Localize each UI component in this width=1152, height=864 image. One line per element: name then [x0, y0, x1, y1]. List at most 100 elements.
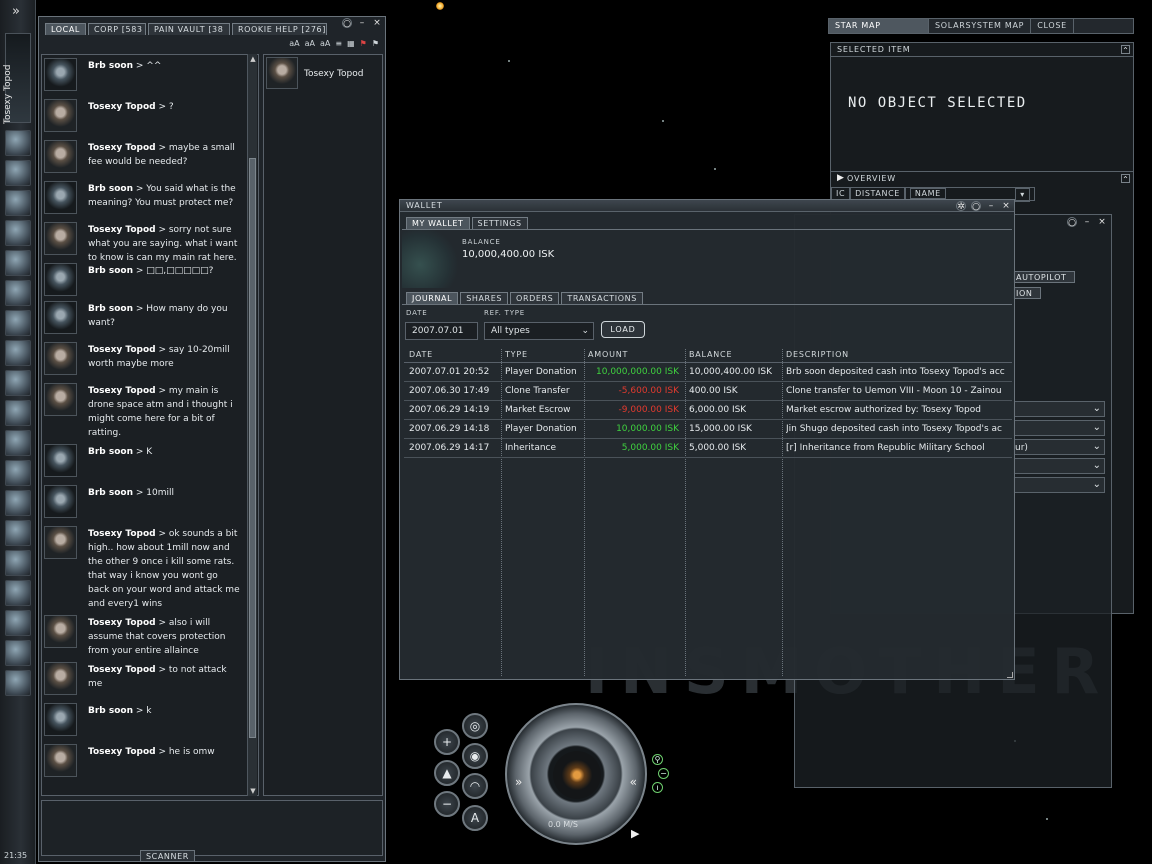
close-icon[interactable]: × [1001, 201, 1011, 211]
chat-sender[interactable]: Brb soon [88, 488, 133, 498]
tab-shares[interactable]: SHARES [460, 292, 509, 304]
avatar[interactable] [44, 703, 77, 736]
camera-button[interactable]: ◎ [462, 713, 488, 739]
font-smaller-button[interactable]: aA [289, 39, 299, 48]
chat-sender[interactable]: Tosexy Topod [88, 529, 156, 539]
tab-pain-vault[interactable]: PAIN VAULT [38 [147, 23, 230, 35]
close-map-button[interactable]: CLOSE [1031, 19, 1074, 33]
tab-transactions[interactable]: TRANSACTIONS [561, 292, 643, 304]
collapse-icon[interactable]: ⌃ [1121, 174, 1130, 184]
tab-local[interactable]: LOCAL [45, 23, 86, 35]
avatar[interactable] [44, 58, 77, 91]
chat-sender[interactable]: Brb soon [88, 304, 133, 314]
avatar[interactable] [44, 140, 77, 173]
chat-input-field[interactable] [41, 800, 383, 856]
assets-icon[interactable] [5, 400, 31, 426]
avatar[interactable] [44, 485, 77, 518]
column-balance[interactable]: BALANCE [689, 350, 732, 359]
support-icon[interactable] [5, 520, 31, 546]
speed-max-arrow-icon[interactable]: ▶ [631, 827, 639, 840]
chat-sender[interactable]: Tosexy Topod [88, 225, 156, 235]
chat-sender[interactable]: Tosexy Topod [88, 143, 156, 153]
journal-icon[interactable] [5, 580, 31, 606]
settings-row[interactable]: ⌄ [1013, 420, 1105, 436]
corporation-icon[interactable] [5, 370, 31, 396]
overview-header[interactable]: ▶ OVERVIEW ⌃ [831, 171, 1133, 185]
info-icon[interactable] [5, 640, 31, 666]
character-icon[interactable] [5, 670, 31, 696]
tracking-icon[interactable]: ⚲ [652, 754, 663, 765]
settings-row[interactable]: ⌄ [1013, 458, 1105, 474]
tab-journal[interactable]: JOURNAL [406, 292, 459, 304]
expand-triangle-icon[interactable]: ▶ [837, 173, 844, 183]
minimize-bar-icon[interactable]: – [986, 201, 996, 211]
minimize-icon[interactable]: ○ [971, 201, 981, 212]
expand-right-icon[interactable]: « [630, 775, 637, 789]
chat-sender[interactable]: Brb soon [88, 266, 133, 276]
ref-type-select[interactable]: All types ⌄ [484, 322, 594, 340]
tactical-overlay-button[interactable]: ▲ [434, 760, 460, 786]
stop-icon[interactable]: − [658, 768, 669, 779]
market-icon[interactable] [5, 250, 31, 276]
avatar[interactable] [44, 222, 77, 255]
browser-icon[interactable] [5, 550, 31, 576]
avatar[interactable] [44, 99, 77, 132]
close-icon[interactable]: × [372, 18, 382, 28]
chat-sender[interactable]: Brb soon [88, 447, 133, 457]
avatar[interactable] [44, 263, 77, 296]
chat-sender[interactable]: Brb soon [88, 706, 133, 716]
autopilot-tab[interactable]: AUTOPILOT [1013, 271, 1075, 283]
table-row[interactable]: 2007.07.01 20:52 Player Donation 10,000,00… [404, 364, 1012, 382]
info-icon[interactable]: ı [652, 782, 663, 793]
star-map-button[interactable]: STAR MAP [829, 19, 929, 33]
chat-scrollbar[interactable]: ▲ ▼ [247, 54, 257, 796]
list-view-icon[interactable]: ≡ [335, 39, 342, 48]
avatar[interactable] [44, 744, 77, 777]
chat-sender[interactable]: Tosexy Topod [88, 345, 156, 355]
pin-icon[interactable]: ✲ [956, 201, 966, 212]
date-field[interactable]: 2007.07.01 [405, 322, 478, 340]
chat-sender[interactable]: Tosexy Topod [88, 102, 156, 112]
zoom-out-button[interactable]: − [434, 791, 460, 817]
calculator-icon[interactable] [5, 460, 31, 486]
skills-icon[interactable] [5, 130, 31, 156]
avatar[interactable] [44, 181, 77, 214]
chat-sender[interactable]: Tosexy Topod [88, 747, 156, 757]
close-icon[interactable]: × [1097, 217, 1107, 227]
contracts-icon[interactable] [5, 310, 31, 336]
scroll-up-icon[interactable]: ▲ [248, 55, 258, 63]
tab-settings[interactable]: SETTINGS [471, 217, 528, 229]
avatar[interactable] [44, 444, 77, 477]
notepad-icon[interactable] [5, 220, 31, 246]
column-type[interactable]: TYPE [505, 350, 528, 359]
fitting-icon[interactable] [5, 430, 31, 456]
chat-sender[interactable]: Tosexy Topod [88, 386, 156, 396]
animation-tab[interactable]: ION [1013, 287, 1041, 299]
flag-icon[interactable]: ⚑ [360, 39, 367, 48]
tab-orders[interactable]: ORDERS [510, 292, 560, 304]
avatar[interactable] [44, 342, 77, 375]
table-row[interactable]: 2007.06.30 17:49 Clone Transfer -5,600.00 … [404, 383, 1012, 401]
font-reset-button[interactable]: aA [305, 39, 315, 48]
collapse-icon[interactable]: ⌃ [1121, 45, 1130, 55]
settings-row[interactable]: ⌄ [1013, 401, 1105, 417]
help-icon[interactable] [5, 490, 31, 516]
tab-rookie-help[interactable]: ROOKIE HELP [276] [231, 23, 327, 35]
avatar[interactable] [44, 383, 77, 416]
table-row[interactable]: 2007.06.29 14:17 Inheritance 5,000.00 ISK 5… [404, 440, 1012, 458]
minimize-bar-icon[interactable]: – [1082, 217, 1092, 227]
member-name[interactable]: Tosexy Topod [304, 69, 363, 79]
people-icon[interactable] [5, 160, 31, 186]
avatar[interactable] [266, 57, 298, 89]
table-row[interactable]: 2007.06.29 14:19 Market Escrow -9,000.00 I… [404, 402, 1012, 420]
scanner-button[interactable]: SCANNER [140, 850, 195, 862]
settings-icon[interactable]: ⚑ [372, 39, 379, 48]
chat-sender[interactable]: Brb soon [88, 61, 133, 71]
table-row[interactable]: 2007.06.29 14:18 Player Donation 10,000.00… [404, 421, 1012, 439]
solarsystem-map-button[interactable]: SOLARSYSTEM MAP [929, 19, 1032, 33]
tab-corp[interactable]: CORP [583 [87, 23, 146, 35]
chat-sender[interactable]: Tosexy Topod [88, 618, 156, 628]
settings-row[interactable]: ⌄ [1013, 477, 1105, 493]
tab-my-wallet[interactable]: MY WALLET [406, 217, 470, 229]
scrollbar-thumb[interactable] [249, 158, 256, 738]
